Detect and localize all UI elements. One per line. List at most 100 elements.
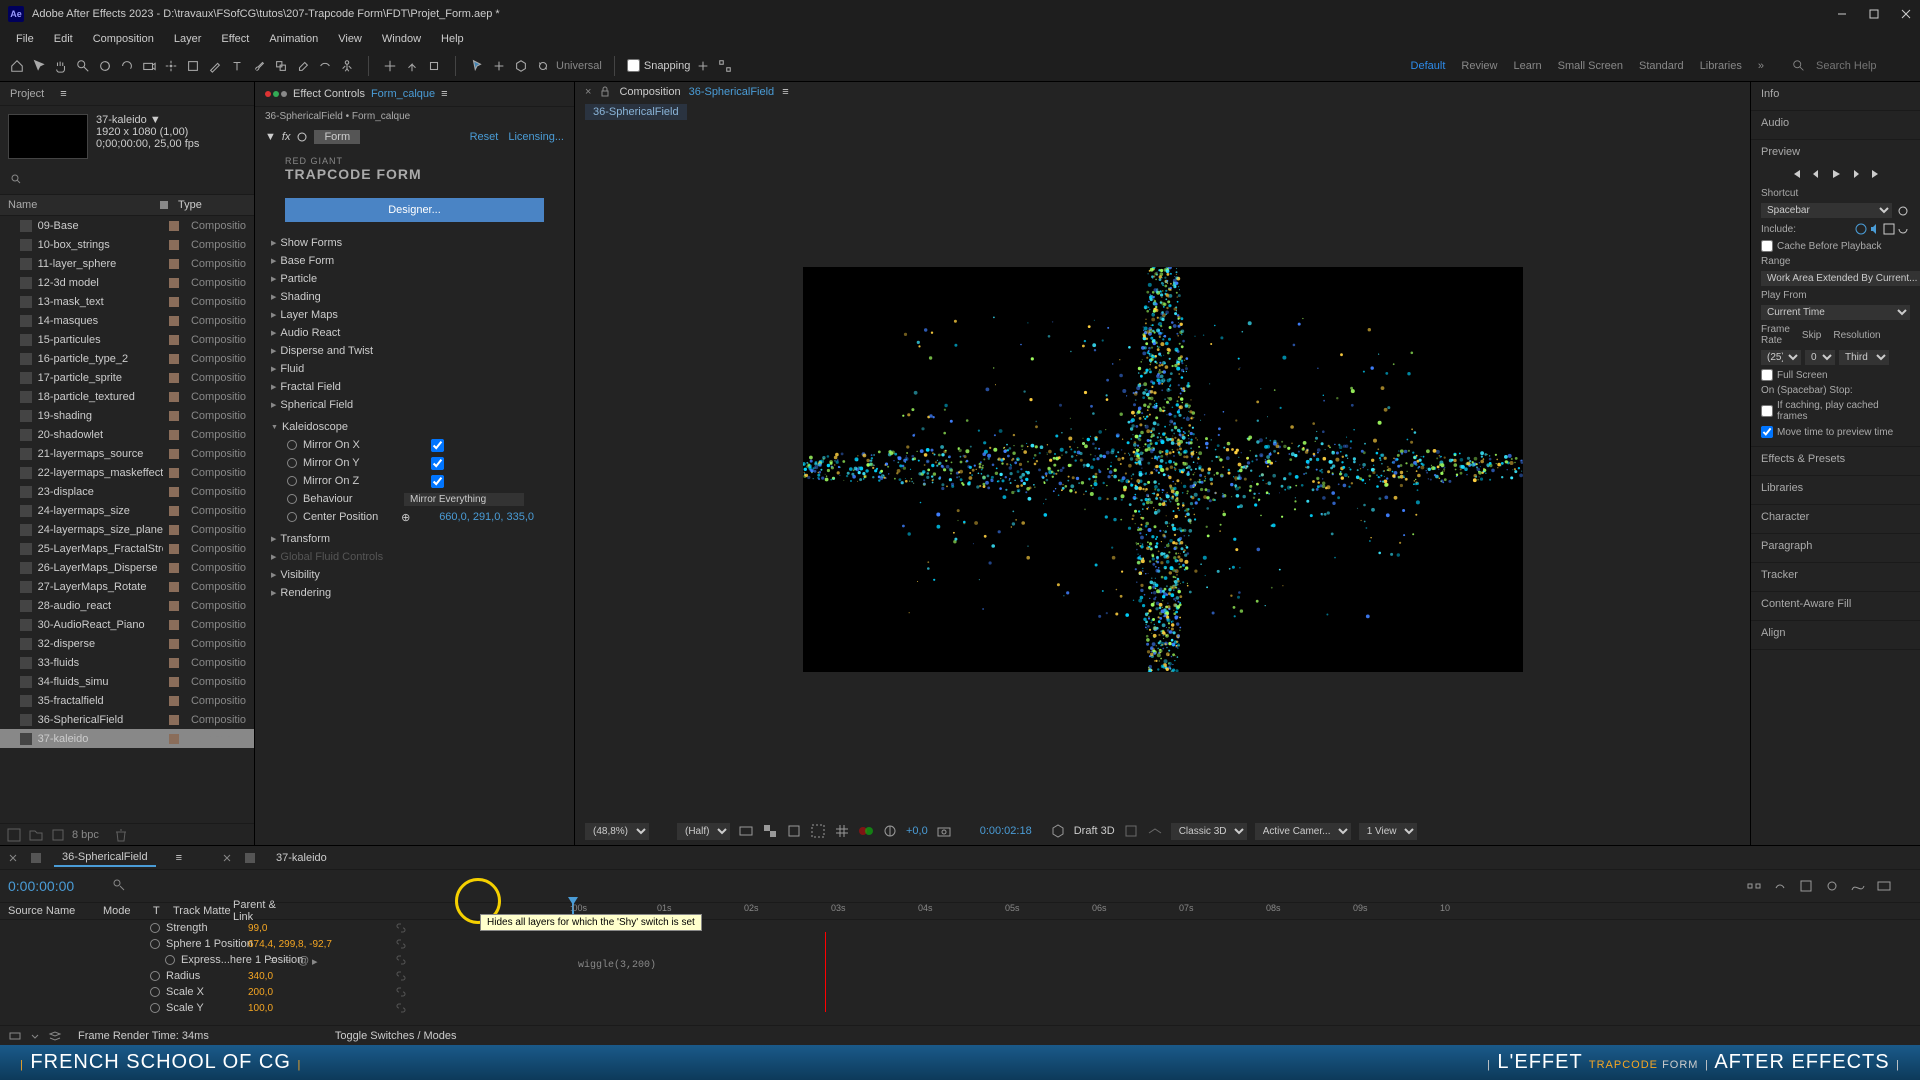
project-item[interactable]: 11-layer_sphereCompositio xyxy=(0,254,254,273)
new-comp-icon[interactable] xyxy=(50,827,66,843)
mirror-x-prop[interactable]: Mirror On X xyxy=(255,436,574,454)
collapsed-panel[interactable]: Content-Aware Fill xyxy=(1751,592,1920,621)
lock-icon[interactable] xyxy=(599,86,611,98)
viewer-tab-label[interactable]: Composition xyxy=(619,86,680,98)
property-value[interactable]: 100,0 xyxy=(248,1003,273,1014)
workspace-more-icon[interactable]: » xyxy=(1758,60,1764,72)
3d-icon[interactable] xyxy=(512,57,530,75)
grid-icon[interactable] xyxy=(834,823,850,839)
rotate-tool-icon[interactable] xyxy=(118,57,136,75)
viewer-close-icon[interactable]: × xyxy=(585,86,591,98)
property-value[interactable]: 99,0 xyxy=(248,923,267,934)
first-frame-icon[interactable] xyxy=(1790,168,1802,180)
project-item[interactable]: 20-shadowletCompositio xyxy=(0,425,254,444)
effect-form-header[interactable]: ▼ fx Form Reset Licensing... xyxy=(255,126,574,148)
center-position-value[interactable]: 660,0, 291,0, 335,0 xyxy=(439,511,534,523)
loop-icon[interactable] xyxy=(1896,222,1910,236)
puppet-tool-icon[interactable] xyxy=(338,57,356,75)
project-item[interactable]: 09-BaseCompositio xyxy=(0,216,254,235)
effect-group[interactable]: Base Form xyxy=(255,252,574,270)
effect-group[interactable]: Transform xyxy=(255,530,574,548)
project-item[interactable]: 16-particle_type_2Compositio xyxy=(0,349,254,368)
project-item[interactable]: 15-particulesCompositio xyxy=(0,330,254,349)
expr-pickwhip-icon[interactable]: @ xyxy=(298,955,308,965)
effect-group[interactable]: Show Forms xyxy=(255,234,574,252)
stopwatch-icon[interactable] xyxy=(287,512,297,522)
col-source-name[interactable]: Source Name xyxy=(8,905,103,917)
toggle-switches-icon[interactable] xyxy=(8,1029,22,1043)
clone-tool-icon[interactable] xyxy=(272,57,290,75)
link-icon[interactable] xyxy=(395,1002,407,1014)
timeline-property-row[interactable]: Scale X200,0 xyxy=(0,984,1920,1000)
playfrom-select[interactable]: Current Time xyxy=(1761,305,1910,320)
audio-panel[interactable]: Audio xyxy=(1751,111,1920,140)
draft-3d-toggle[interactable]: Draft 3D xyxy=(1074,825,1115,837)
audio-icon[interactable] xyxy=(1868,222,1882,236)
project-item[interactable]: 19-shadingCompositio xyxy=(0,406,254,425)
minimize-icon[interactable] xyxy=(1836,8,1848,20)
last-frame-icon[interactable] xyxy=(1870,168,1882,180)
effect-group[interactable]: Rendering xyxy=(255,584,574,602)
expr-enable-icon[interactable]: ≡ xyxy=(270,955,280,965)
flowchart-comp[interactable]: 36-SphericalField xyxy=(585,104,687,120)
licensing-link[interactable]: Licensing... xyxy=(508,131,564,143)
menu-composition[interactable]: Composition xyxy=(85,31,162,47)
workspace-small[interactable]: Small Screen xyxy=(1558,60,1623,72)
behaviour-select[interactable]: Mirror Everything xyxy=(404,493,524,506)
fx-icon[interactable]: fx xyxy=(282,131,291,143)
effect-enable-icon[interactable] xyxy=(296,131,308,143)
link-icon[interactable] xyxy=(395,954,407,966)
overlay-icon[interactable] xyxy=(1882,222,1896,236)
channel-icon[interactable] xyxy=(858,823,874,839)
project-search[interactable] xyxy=(0,167,254,194)
collapsed-panel[interactable]: Libraries xyxy=(1751,476,1920,505)
stopwatch-icon[interactable] xyxy=(150,939,160,949)
expression-text[interactable]: wiggle(3,200) xyxy=(578,960,656,971)
fast-preview-icon[interactable] xyxy=(738,823,754,839)
project-item[interactable]: 26-LayerMaps_DisperseCompositio xyxy=(0,558,254,577)
form-effect-name[interactable]: Form xyxy=(314,130,360,144)
3d-view-icon[interactable] xyxy=(1050,823,1066,839)
axis-world-icon[interactable] xyxy=(403,57,421,75)
menu-window[interactable]: Window xyxy=(374,31,429,47)
effect-group[interactable]: Fractal Field xyxy=(255,378,574,396)
effect-group[interactable]: Shading xyxy=(255,288,574,306)
timeline-tab-0[interactable]: 36-SphericalField xyxy=(54,849,156,867)
brush-tool-icon[interactable] xyxy=(250,57,268,75)
timeline-property-row[interactable]: Express...here 1 Position≡~@▸wiggle(3,20… xyxy=(0,952,1920,968)
project-item[interactable]: 24-layermaps_sizeCompositio xyxy=(0,501,254,520)
exposure-icon[interactable] xyxy=(882,823,898,839)
link-icon[interactable] xyxy=(395,986,407,998)
panel-menu-icon[interactable]: ≡ xyxy=(60,88,66,100)
mirror-x-checkbox[interactable] xyxy=(431,439,444,452)
snap-options-icon[interactable] xyxy=(694,57,712,75)
effect-group[interactable]: Global Fluid Controls xyxy=(255,548,574,566)
prev-frame-icon[interactable] xyxy=(1810,168,1822,180)
workspace-default[interactable]: Default xyxy=(1411,60,1446,72)
project-item[interactable]: 18-particle_texturedCompositio xyxy=(0,387,254,406)
preview-header[interactable]: Preview xyxy=(1761,146,1910,158)
col-t[interactable]: T xyxy=(153,905,173,917)
mirror-z-prop[interactable]: Mirror On Z xyxy=(255,472,574,490)
bpc-toggle[interactable]: 8 bpc xyxy=(72,829,99,841)
layer-icon[interactable] xyxy=(48,1029,62,1043)
link-icon[interactable] xyxy=(395,970,407,982)
expr-lang-icon[interactable]: ▸ xyxy=(312,955,322,965)
snapping-toggle[interactable]: Snapping xyxy=(627,57,735,75)
stopwatch-icon[interactable] xyxy=(287,494,297,504)
effect-group[interactable]: Audio React xyxy=(255,324,574,342)
project-item[interactable]: 27-LayerMaps_RotateCompositio xyxy=(0,577,254,596)
snapshot-icon[interactable] xyxy=(936,823,952,839)
roto-tool-icon[interactable] xyxy=(316,57,334,75)
stopwatch-icon[interactable] xyxy=(287,476,297,486)
toggle-switches-button[interactable]: Toggle Switches / Modes xyxy=(335,1030,457,1042)
project-item[interactable]: 13-mask_textCompositio xyxy=(0,292,254,311)
rect-tool-icon[interactable] xyxy=(184,57,202,75)
stopwatch-icon[interactable] xyxy=(150,971,160,981)
viewer-flowchart[interactable]: 36-SphericalField xyxy=(575,102,1750,122)
viewer-content[interactable] xyxy=(583,130,1742,809)
mirror-y-checkbox[interactable] xyxy=(431,457,444,470)
effect-group[interactable]: Spherical Field xyxy=(255,396,574,414)
text-tool-icon[interactable] xyxy=(228,57,246,75)
panel-menu-icon[interactable]: ≡ xyxy=(441,88,447,100)
